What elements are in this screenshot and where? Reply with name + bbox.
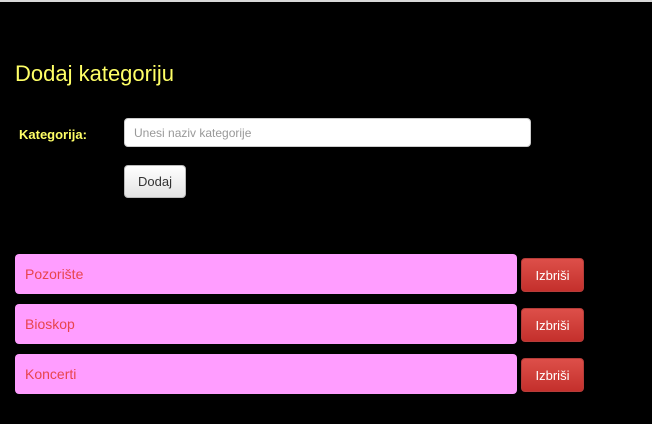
category-input[interactable] — [124, 118, 531, 147]
delete-category-button[interactable]: Izbriši — [521, 308, 584, 342]
top-divider — [0, 0, 652, 2]
category-item: Koncerti — [15, 354, 517, 394]
page: Dodaj kategoriju Kategorija: Dodaj Pozor… — [0, 0, 652, 424]
page-title: Dodaj kategoriju — [15, 61, 174, 86]
category-row: Koncerti Izbriši — [15, 354, 595, 394]
delete-category-button[interactable]: Izbriši — [521, 258, 584, 292]
category-list: Pozorište Izbriši Bioskop Izbriši Koncer… — [15, 254, 595, 404]
category-row: Pozorište Izbriši — [15, 254, 595, 294]
delete-category-button[interactable]: Izbriši — [521, 358, 584, 392]
category-label: Kategorija: — [19, 127, 87, 142]
add-category-button[interactable]: Dodaj — [124, 165, 186, 198]
category-row: Bioskop Izbriši — [15, 304, 595, 344]
category-item: Pozorište — [15, 254, 517, 294]
category-item: Bioskop — [15, 304, 517, 344]
